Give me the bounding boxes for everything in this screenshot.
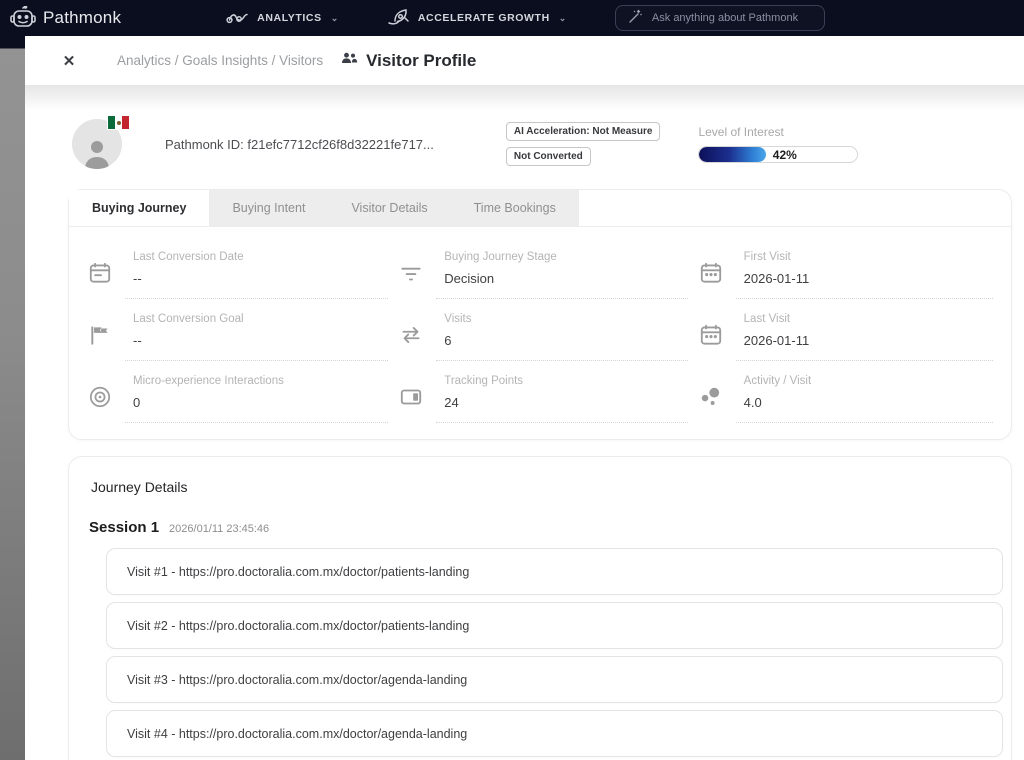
- visit-row-4[interactable]: Visit #4 - https://pro.doctoralia.com.mx…: [106, 710, 1003, 757]
- top-nav: Pathmonk ANALYTICS ⌄ ACCELERAT: [0, 0, 1024, 36]
- calendar-icon: [698, 322, 736, 348]
- tab-buying-journey[interactable]: Buying Journey: [69, 190, 209, 226]
- magic-wand-icon: [628, 9, 643, 27]
- visit-row-2[interactable]: Visit #2 - https://pro.doctoralia.com.mx…: [106, 602, 1003, 649]
- visitor-profile-page: Pathmonk ANALYTICS ⌄ ACCELERAT: [0, 0, 1024, 760]
- journey-squiggle-icon: [226, 9, 250, 28]
- ask-anything-label: Ask anything about Pathmonk: [652, 12, 798, 24]
- nav-analytics[interactable]: ANALYTICS ⌄: [226, 9, 339, 28]
- tab-visitor-details[interactable]: Visitor Details: [328, 190, 450, 226]
- close-icon[interactable]: ✕: [59, 52, 79, 70]
- stat-last-conversion-goal: Last Conversion Goal --: [87, 299, 388, 361]
- calendar-icon: [698, 260, 736, 286]
- header-shadow: [25, 85, 1024, 111]
- stat-last-visit: Last Visit 2026-01-11: [698, 299, 993, 361]
- interest-progress-bar: 42%: [698, 146, 858, 163]
- filter-icon: [398, 260, 436, 286]
- ask-anything-button[interactable]: Ask anything about Pathmonk: [615, 5, 825, 31]
- buying-journey-card: Buying Journey Buying Intent Visitor Det…: [68, 189, 1012, 440]
- session-header: Session 1 2026/01/11 23:45:46: [89, 519, 999, 536]
- pathmonk-id: Pathmonk ID: f21efc7712cf26f8d32221fe717…: [165, 137, 434, 152]
- tab-bar: Buying Journey Buying Intent Visitor Det…: [69, 190, 1011, 227]
- visit-row-3[interactable]: Visit #3 - https://pro.doctoralia.com.mx…: [106, 656, 1003, 703]
- journey-details-title: Journey Details: [91, 479, 999, 495]
- chevron-down-icon: ⌄: [331, 13, 339, 24]
- visitor-profile-panel: ✕ Analytics / Goals Insights / Visitors …: [25, 36, 1024, 760]
- people-icon: [341, 52, 358, 70]
- stat-visits: Visits 6: [398, 299, 687, 361]
- brand-name: Pathmonk: [43, 8, 121, 28]
- robot-icon: [10, 6, 36, 30]
- tab-time-bookings[interactable]: Time Bookings: [451, 190, 579, 226]
- session-timestamp: 2026/01/11 23:45:46: [169, 523, 269, 535]
- tab-buying-intent[interactable]: Buying Intent: [209, 190, 328, 226]
- visit-row-1[interactable]: Visit #1 - https://pro.doctoralia.com.mx…: [106, 548, 1003, 595]
- stat-first-visit: First Visit 2026-01-11: [698, 237, 993, 299]
- stats-grid: Last Conversion Date -- Buying Journey S…: [69, 227, 1011, 439]
- background-gutter: [0, 36, 25, 760]
- flag-icon: [87, 322, 125, 348]
- repeat-icon: [398, 322, 436, 348]
- stat-last-conversion-date: Last Conversion Date --: [87, 237, 388, 299]
- calendar-icon: [87, 260, 125, 286]
- target-icon: [87, 384, 125, 410]
- pathmonk-logo[interactable]: Pathmonk: [10, 6, 121, 30]
- status-badge-converted: Not Converted: [506, 147, 591, 166]
- status-badge-ai-acceleration: AI Acceleration: Not Measure: [506, 122, 661, 141]
- level-of-interest: Level of Interest 42%: [698, 125, 858, 163]
- profile-summary: Pathmonk ID: f21efc7712cf26f8d32221fe717…: [68, 113, 1012, 175]
- bubbles-icon: [698, 384, 736, 410]
- nav-analytics-label: ANALYTICS: [257, 12, 322, 24]
- journey-details-card: Journey Details Session 1 2026/01/11 23:…: [68, 456, 1012, 760]
- mexico-flag-icon: [107, 115, 130, 130]
- stat-buying-journey-stage: Buying Journey Stage Decision: [398, 237, 687, 299]
- stat-activity-per-visit: Activity / Visit 4.0: [698, 361, 993, 423]
- interest-progress-fill: [699, 147, 765, 162]
- avatar: [72, 119, 122, 169]
- visit-list: Visit #1 - https://pro.doctoralia.com.mx…: [91, 548, 999, 760]
- session-name: Session 1: [89, 519, 159, 536]
- panel-header: ✕ Analytics / Goals Insights / Visitors …: [25, 36, 1024, 85]
- nav-accelerate-growth[interactable]: ACCELERATE GROWTH ⌄: [387, 8, 567, 29]
- chevron-down-icon: ⌄: [559, 13, 567, 24]
- stat-micro-experience-interactions: Micro-experience Interactions 0: [87, 361, 388, 423]
- panel-icon: [398, 384, 436, 410]
- interest-progress-value: 42%: [773, 148, 797, 162]
- interest-label: Level of Interest: [698, 125, 858, 139]
- page-title: Visitor Profile: [366, 51, 476, 71]
- stat-tracking-points: Tracking Points 24: [398, 361, 687, 423]
- nav-accelerate-label: ACCELERATE GROWTH: [418, 12, 550, 24]
- breadcrumb[interactable]: Analytics / Goals Insights / Visitors: [117, 53, 323, 68]
- growth-hand-icon: [387, 8, 411, 29]
